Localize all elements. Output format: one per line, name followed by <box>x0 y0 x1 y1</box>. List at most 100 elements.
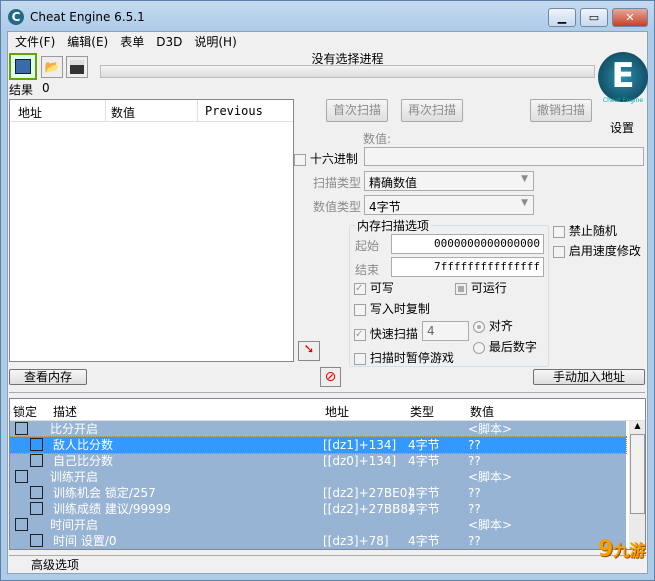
lock-checkbox[interactable] <box>15 422 28 435</box>
row-address: [[dz1]+134] <box>323 438 397 452</box>
col-value[interactable]: 数值 <box>470 403 494 420</box>
row-value: <脚本> <box>468 518 513 532</box>
fast-scan-value[interactable]: 4 <box>422 321 469 341</box>
value-input[interactable] <box>364 147 644 166</box>
speedhack-label: 启用速度修改 <box>568 244 641 258</box>
value-type-select[interactable]: 4字节 ▼ <box>364 195 534 215</box>
next-scan-button[interactable]: 再次扫描 <box>401 99 463 122</box>
row-description: 时间开启 <box>50 518 99 532</box>
row-description: 敌人比分数 <box>53 438 114 452</box>
menu-help[interactable]: 说明(H) <box>194 35 236 49</box>
lock-checkbox[interactable] <box>30 438 43 451</box>
results-count: 0 <box>42 81 50 95</box>
row-type: 4字节 <box>408 549 440 550</box>
scan-type-select[interactable]: 精确数值 ▼ <box>364 171 534 191</box>
row-type: 4字节 <box>408 502 440 516</box>
logo-text: Cheat Engine <box>602 97 644 104</box>
cheat-table-rows: 比分开启 <脚本> 敌人比分数 [[dz1]+134] 4字节 ?? 自己比分数… <box>10 421 627 550</box>
end-label: 结束 <box>355 263 380 277</box>
hex-checkbox[interactable]: 十六进制 <box>294 150 358 167</box>
chevron-down-icon: ▼ <box>521 174 528 184</box>
col-type[interactable]: 类型 <box>410 403 434 420</box>
lock-checkbox[interactable] <box>30 502 43 515</box>
row-type: 4字节 <box>408 438 440 452</box>
last-digits-radio[interactable]: 最后数字 <box>473 338 537 355</box>
align-radio[interactable]: 对齐 <box>473 317 513 334</box>
open-folder-icon[interactable]: 📂 <box>41 56 63 78</box>
row-description: 时间 设置/0 <box>53 534 117 548</box>
row-type: 4字节 <box>408 534 440 548</box>
speedhack-checkbox[interactable]: 启用速度修改 <box>553 242 641 259</box>
col-value[interactable]: 数值 <box>111 104 135 121</box>
view-memory-button[interactable]: 查看内存 <box>9 369 87 385</box>
table-row[interactable]: 训练成绩 建议/99999 [[dz2]+27BB8] 4字节 ?? <box>10 501 626 517</box>
table-row[interactable]: 时间 当场结束/14580 [[dz3]+78] 4字节 ?? <box>10 549 626 550</box>
copy-on-write-checkbox[interactable]: 写入时复制 <box>354 300 430 317</box>
open-process-button[interactable] <box>9 53 37 80</box>
writable-checkbox[interactable]: ✓ 可写 <box>354 279 394 296</box>
row-value: ?? <box>468 534 481 548</box>
pause-game-label: 扫描时暂停游戏 <box>369 351 454 365</box>
col-address[interactable]: 地址 <box>325 403 349 420</box>
no-random-label: 禁止随机 <box>568 224 617 238</box>
row-type: 4字节 <box>408 486 440 500</box>
settings-label[interactable]: 设置 <box>610 119 634 136</box>
col-description[interactable]: 描述 <box>53 403 77 420</box>
advanced-options[interactable]: 高级选项 <box>9 555 646 573</box>
value-type-label: 数值类型 <box>313 200 362 214</box>
found-address-list[interactable]: 地址 数值 Previous <box>9 99 294 362</box>
col-previous[interactable]: Previous <box>205 104 263 118</box>
executable-checkbox[interactable]: 可运行 <box>455 279 507 296</box>
start-address-input[interactable]: 0000000000000000 <box>391 234 544 254</box>
copy-on-write-label: 写入时复制 <box>369 302 430 316</box>
save-icon[interactable] <box>66 56 88 78</box>
pause-game-checkbox[interactable]: 扫描时暂停游戏 <box>354 349 454 366</box>
row-address: [[dz3]+78] <box>323 549 389 550</box>
col-address[interactable]: 地址 <box>18 104 42 121</box>
col-lock[interactable]: 锁定 <box>13 403 37 420</box>
lock-checkbox[interactable] <box>30 534 43 547</box>
menu-edit[interactable]: 编辑(E) <box>67 35 108 49</box>
chevron-down-icon: ▼ <box>521 198 528 208</box>
menu-bar: 文件(F) 编辑(E) 表单 D3D 说明(H) <box>15 33 249 50</box>
menu-file[interactable]: 文件(F) <box>15 35 55 49</box>
maximize-button[interactable]: ▭ <box>580 8 608 27</box>
lock-checkbox[interactable] <box>15 518 28 531</box>
menu-d3d[interactable]: D3D <box>156 35 182 49</box>
table-row[interactable]: 比分开启 <脚本> <box>10 421 626 437</box>
lock-checkbox[interactable] <box>30 486 43 499</box>
scan-type-label: 扫描类型 <box>313 176 362 190</box>
cheat-table[interactable]: 锁定 描述 地址 类型 数值 比分开启 <脚本> 敌人比分数 [[dz1]+13… <box>9 398 646 550</box>
splitter[interactable] <box>9 392 645 395</box>
lock-checkbox[interactable] <box>30 454 43 467</box>
value-label: 数值: <box>363 132 392 146</box>
lock-checkbox[interactable] <box>15 470 28 483</box>
executable-label: 可运行 <box>470 281 507 295</box>
table-row[interactable]: 训练机会 锁定/257 [[dz2]+27BE0] 4字节 ?? <box>10 485 626 501</box>
row-address: [[dz2]+27BE0] <box>323 486 413 500</box>
table-row[interactable]: 训练开启 <脚本> <box>10 469 626 485</box>
align-label: 对齐 <box>488 319 513 333</box>
add-address-button[interactable]: 手动加入地址 <box>533 369 645 385</box>
table-row[interactable]: 自己比分数 [[dz0]+134] 4字节 ?? <box>10 453 626 469</box>
menu-table[interactable]: 表单 <box>120 35 144 49</box>
table-row[interactable]: 时间开启 <脚本> <box>10 517 626 533</box>
stop-icon[interactable]: ⊘ <box>320 367 341 387</box>
undo-scan-button[interactable]: 撤销扫描 <box>530 99 592 122</box>
table-row[interactable]: 敌人比分数 [[dz1]+134] 4字节 ?? <box>10 436 627 454</box>
scrollbar[interactable]: ▲ <box>629 421 645 549</box>
no-random-checkbox[interactable]: 禁止随机 <box>553 222 617 239</box>
results-label: 结果 <box>9 83 34 97</box>
end-address-input[interactable]: 7fffffffffffffff <box>391 257 544 277</box>
close-button[interactable]: ✕ <box>612 8 648 27</box>
watermark-logo: 9九游 <box>598 537 646 562</box>
first-scan-button[interactable]: 首次扫描 <box>326 99 388 122</box>
minimize-button[interactable]: ▁ <box>548 8 576 27</box>
row-value: <脚本> <box>468 470 513 484</box>
table-row[interactable]: 时间 设置/0 [[dz3]+78] 4字节 ?? <box>10 533 626 549</box>
fast-scan-checkbox[interactable]: ✓ 快速扫描 <box>354 325 418 342</box>
cheat-engine-logo[interactable]: E <box>598 52 648 102</box>
arrow-add-icon[interactable]: ➘ <box>298 341 320 361</box>
memory-options-title: 内存扫描选项 <box>355 217 432 234</box>
row-description: 训练开启 <box>50 470 99 484</box>
